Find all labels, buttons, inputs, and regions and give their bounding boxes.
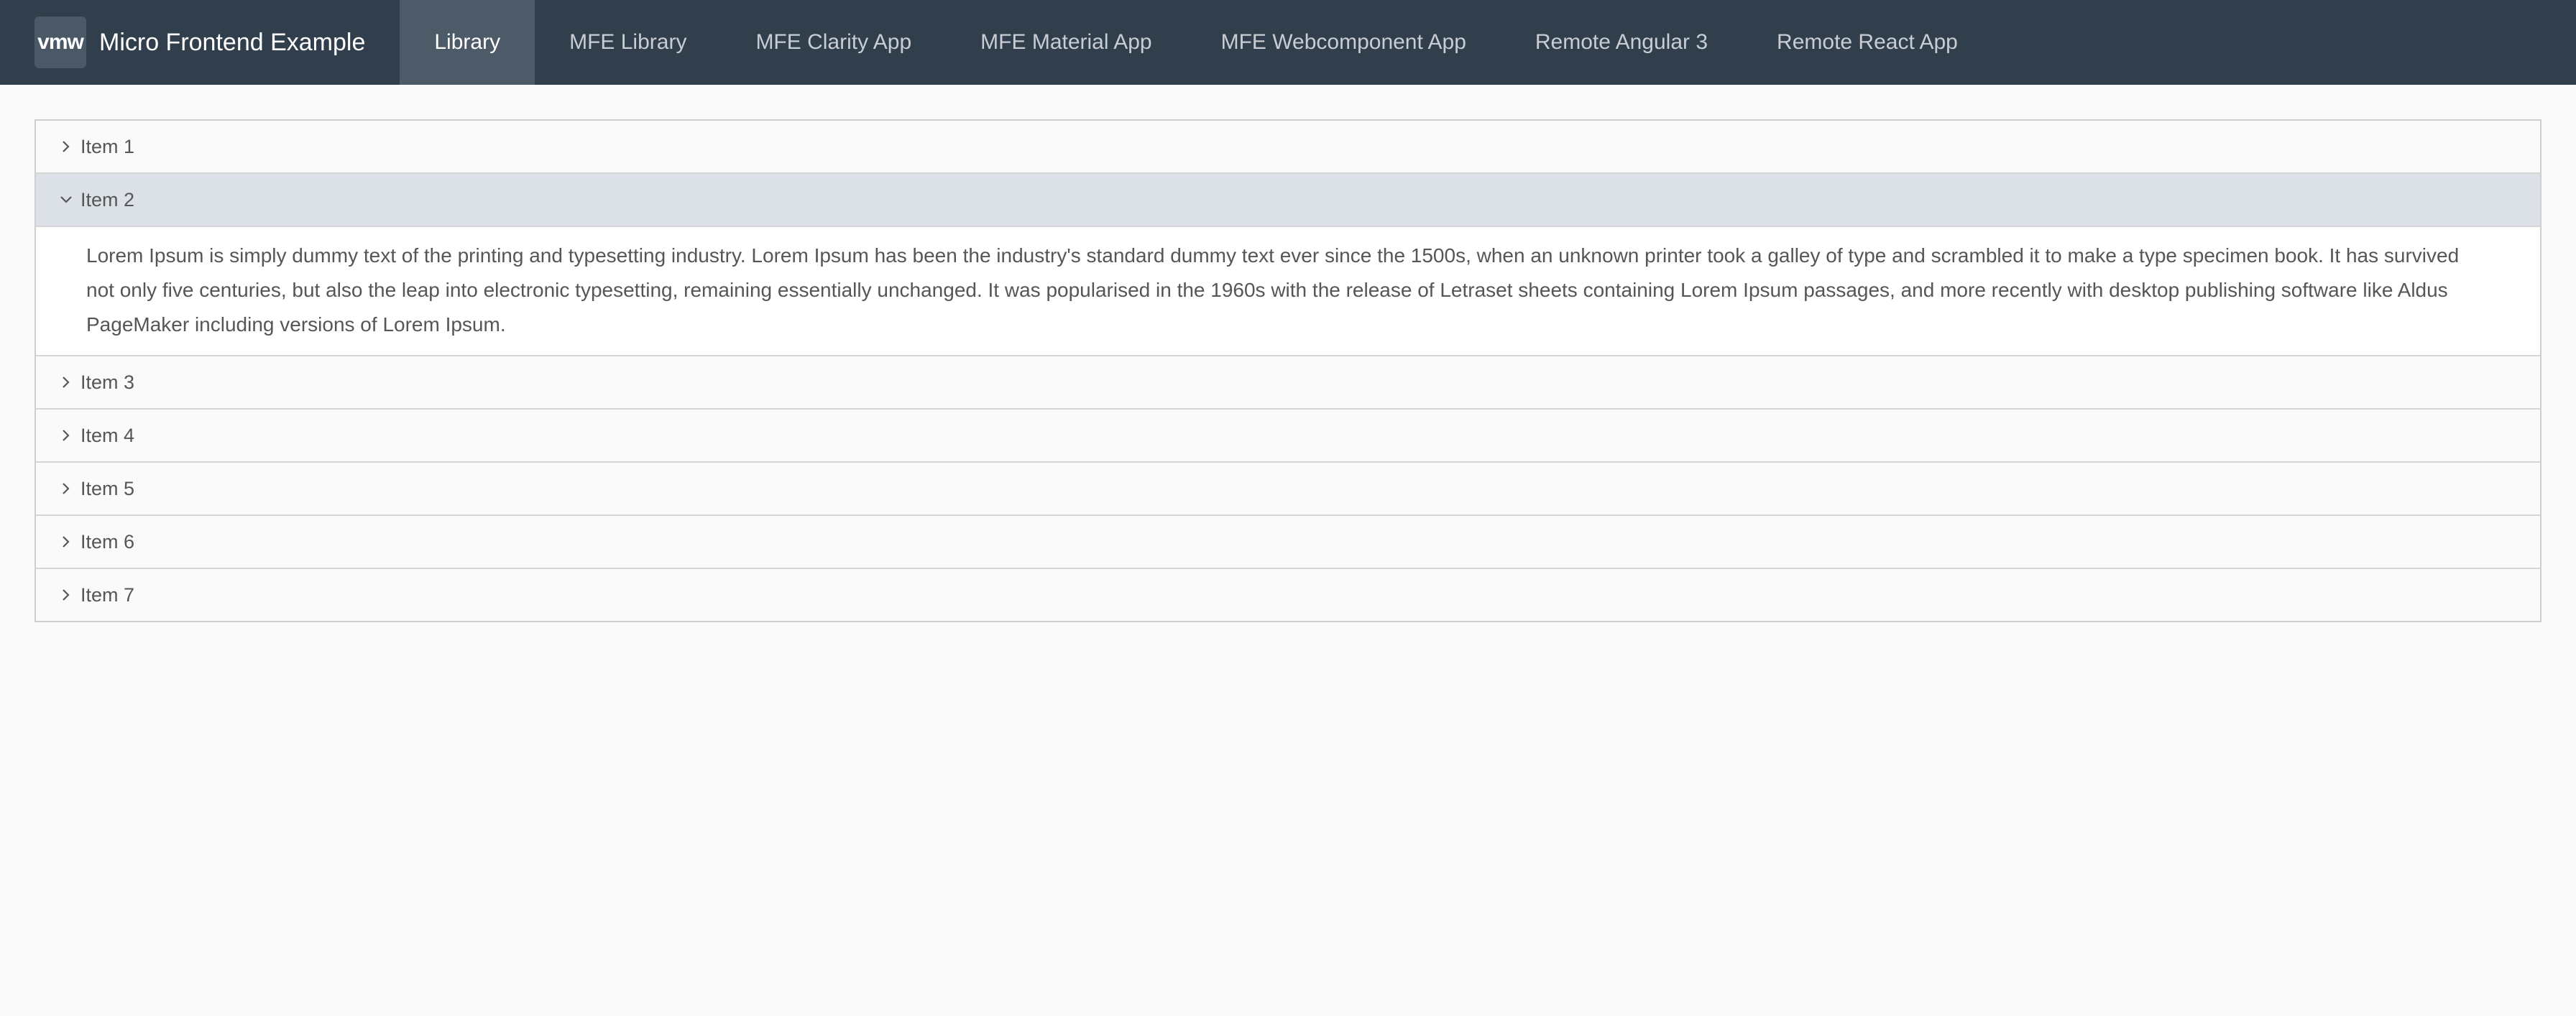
accordion-header-item-5[interactable]: Item 5 bbox=[36, 463, 2540, 514]
nav-item-library[interactable]: Library bbox=[400, 0, 535, 85]
accordion-header-label: Item 1 bbox=[80, 135, 135, 157]
accordion-header-item-7[interactable]: Item 7 bbox=[36, 569, 2540, 621]
accordion: Item 1 Item 2 Lorem Ipsum is simply dumm… bbox=[34, 119, 2542, 622]
accordion-panel: Item 7 bbox=[36, 568, 2540, 621]
chevron-right-icon bbox=[56, 137, 76, 157]
accordion-header-item-2[interactable]: Item 2 bbox=[36, 174, 2540, 226]
chevron-right-icon bbox=[56, 585, 76, 605]
accordion-panel: Item 6 bbox=[36, 514, 2540, 568]
accordion-header-label: Item 3 bbox=[80, 371, 135, 393]
chevron-right-icon bbox=[56, 479, 76, 499]
accordion-panel: Item 4 bbox=[36, 408, 2540, 461]
accordion-header-label: Item 4 bbox=[80, 424, 135, 446]
accordion-header-label: Item 2 bbox=[80, 188, 135, 211]
branding[interactable]: vmw Micro Frontend Example bbox=[0, 0, 400, 85]
accordion-panel: Item 3 bbox=[36, 355, 2540, 408]
nav-item-mfe-webcomponent-app[interactable]: MFE Webcomponent App bbox=[1187, 0, 1501, 85]
chevron-right-icon bbox=[56, 532, 76, 552]
nav-item-remote-react-app[interactable]: Remote React App bbox=[1742, 0, 1992, 85]
accordion-header-label: Item 5 bbox=[80, 477, 135, 499]
nav-item-mfe-material-app[interactable]: MFE Material App bbox=[946, 0, 1186, 85]
accordion-content-item-2: Lorem Ipsum is simply dummy text of the … bbox=[36, 226, 2540, 355]
app-header: vmw Micro Frontend Example Library MFE L… bbox=[0, 0, 2576, 85]
vmware-logo: vmw bbox=[34, 17, 86, 68]
accordion-header-item-3[interactable]: Item 3 bbox=[36, 356, 2540, 408]
accordion-header-label: Item 7 bbox=[80, 583, 135, 606]
chevron-right-icon bbox=[56, 372, 76, 392]
header-nav: Library MFE Library MFE Clarity App MFE … bbox=[400, 0, 1992, 85]
accordion-panel: Item 5 bbox=[36, 461, 2540, 514]
nav-item-mfe-clarity-app[interactable]: MFE Clarity App bbox=[721, 0, 946, 85]
accordion-header-item-4[interactable]: Item 4 bbox=[36, 410, 2540, 461]
chevron-right-icon bbox=[56, 425, 76, 445]
accordion-panel: Item 2 Lorem Ipsum is simply dummy text … bbox=[36, 172, 2540, 355]
nav-item-remote-angular-3[interactable]: Remote Angular 3 bbox=[1501, 0, 1742, 85]
accordion-header-item-6[interactable]: Item 6 bbox=[36, 516, 2540, 568]
accordion-header-label: Item 6 bbox=[80, 530, 135, 553]
app-title: Micro Frontend Example bbox=[99, 28, 366, 56]
accordion-header-item-1[interactable]: Item 1 bbox=[36, 121, 2540, 172]
nav-item-mfe-library[interactable]: MFE Library bbox=[535, 0, 721, 85]
chevron-down-icon bbox=[56, 190, 76, 210]
accordion-panel: Item 1 bbox=[36, 121, 2540, 172]
